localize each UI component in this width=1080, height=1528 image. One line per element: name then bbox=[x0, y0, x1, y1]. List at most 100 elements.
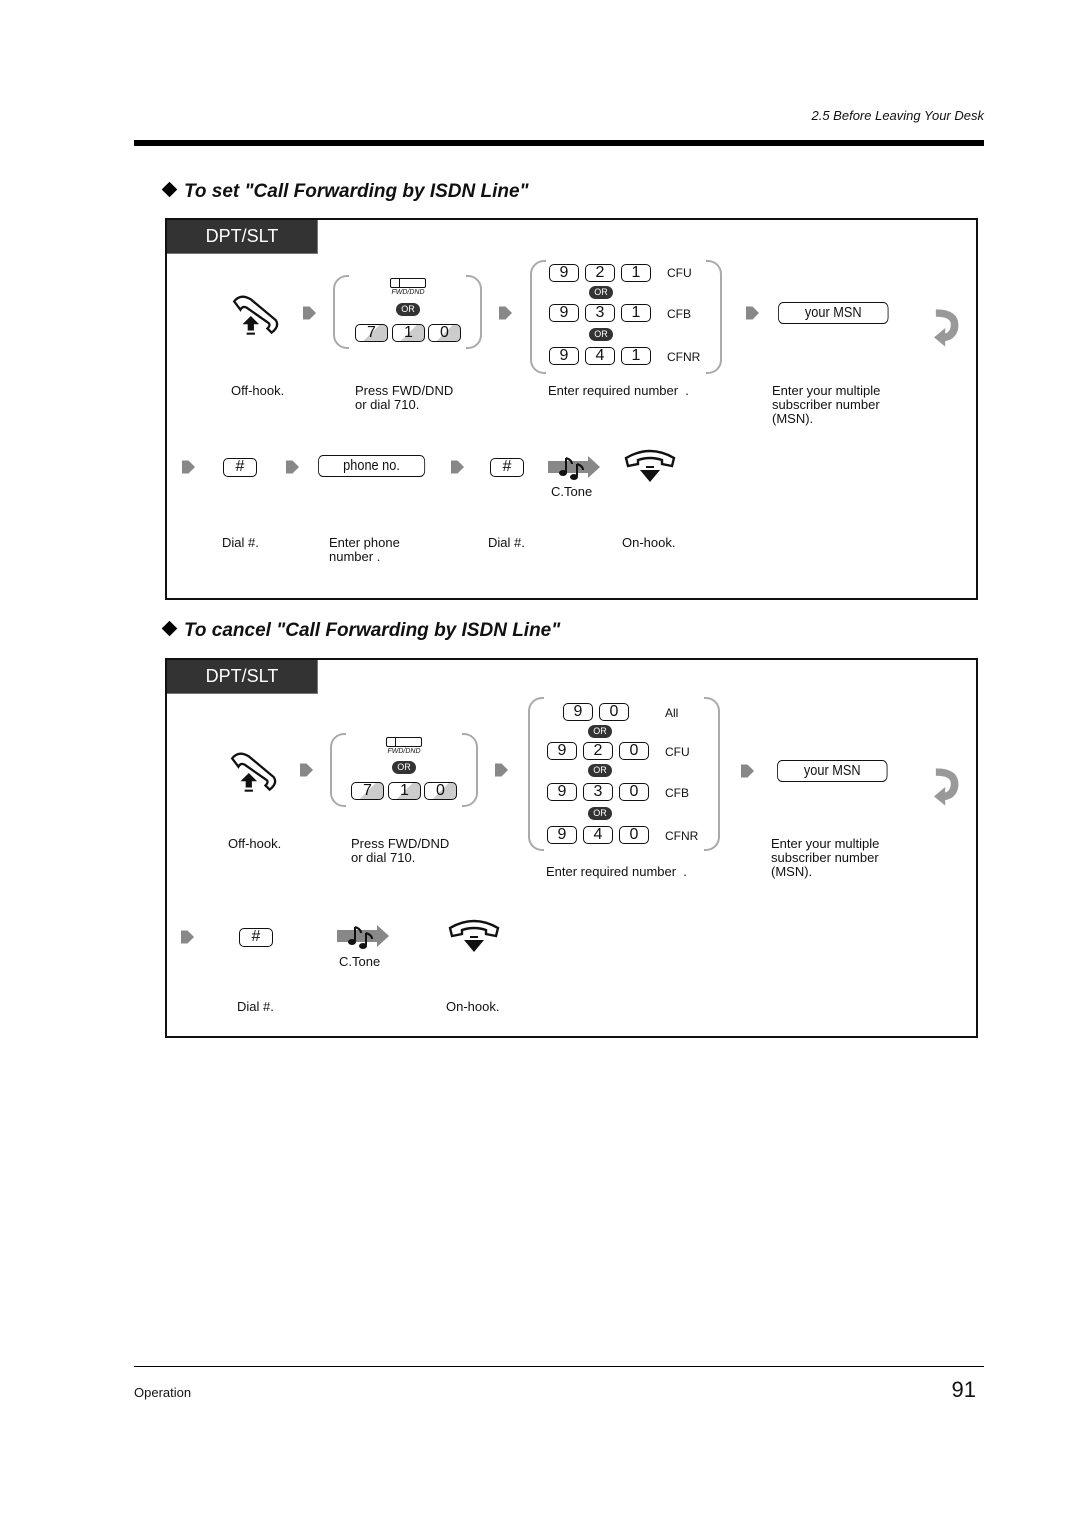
key-9[interactable]: 9 bbox=[547, 826, 577, 844]
confirmation-tone-icon bbox=[548, 454, 600, 480]
arrow-icon bbox=[286, 456, 299, 478]
key-1[interactable]: 1 bbox=[621, 264, 651, 282]
key-9[interactable]: 9 bbox=[549, 304, 579, 322]
fwd-dnd-button[interactable] bbox=[390, 278, 426, 288]
msn-field[interactable]: your MSN bbox=[777, 760, 888, 782]
key-0[interactable]: 0 bbox=[619, 826, 649, 844]
or-badge: OR bbox=[396, 303, 420, 316]
caption-onhook: On-hook. bbox=[622, 535, 676, 550]
option-code-cfb: CFB bbox=[665, 786, 689, 800]
or-badge: OR bbox=[589, 286, 613, 299]
offhook-icon bbox=[228, 750, 280, 797]
key-7[interactable]: 7 bbox=[355, 324, 388, 342]
right-bracket bbox=[704, 697, 720, 851]
arrow-icon bbox=[303, 302, 316, 324]
return-arrow-icon bbox=[934, 306, 962, 350]
c-tone-label: C.Tone bbox=[551, 484, 593, 499]
key-2[interactable]: 2 bbox=[583, 742, 613, 760]
caption-enter-msn: Enter your multiple subscriber number (M… bbox=[772, 383, 881, 426]
left-bracket bbox=[530, 260, 546, 374]
key-3[interactable]: 3 bbox=[583, 783, 613, 801]
left-bracket bbox=[333, 275, 349, 349]
return-arrow-icon bbox=[934, 765, 962, 809]
key-0[interactable]: 0 bbox=[424, 782, 457, 800]
key-9[interactable]: 9 bbox=[547, 783, 577, 801]
key-0[interactable]: 0 bbox=[599, 703, 629, 721]
key-9[interactable]: 9 bbox=[549, 264, 579, 282]
onhook-icon bbox=[445, 918, 503, 958]
right-bracket bbox=[466, 275, 482, 349]
key-1[interactable]: 1 bbox=[621, 304, 651, 322]
left-bracket bbox=[330, 733, 346, 807]
arrow-icon bbox=[741, 760, 754, 782]
key-4[interactable]: 4 bbox=[583, 826, 613, 844]
caption-enter-phone: Enter phone number . bbox=[329, 535, 400, 564]
caption-dial-hash: Dial #. bbox=[237, 999, 274, 1014]
onhook-icon bbox=[621, 448, 679, 488]
key-0[interactable]: 0 bbox=[619, 742, 649, 760]
diamond-bullet-icon bbox=[161, 620, 178, 637]
or-badge: OR bbox=[588, 725, 612, 738]
hash-key[interactable]: # bbox=[490, 458, 524, 477]
key-1[interactable]: 1 bbox=[621, 347, 651, 365]
key-9[interactable]: 9 bbox=[563, 703, 593, 721]
arrow-icon bbox=[181, 926, 194, 948]
right-bracket bbox=[706, 260, 722, 374]
msn-field[interactable]: your MSN bbox=[778, 302, 889, 324]
hash-key[interactable]: # bbox=[223, 458, 257, 477]
caption-offhook: Off-hook. bbox=[231, 383, 285, 398]
footer-chapter: Operation bbox=[134, 1385, 192, 1400]
option-code-cfu: CFU bbox=[667, 266, 692, 280]
key-0[interactable]: 0 bbox=[619, 783, 649, 801]
option-code-cfnr: CFNR bbox=[665, 829, 699, 843]
key-9[interactable]: 9 bbox=[549, 347, 579, 365]
c-tone-label: C.Tone bbox=[339, 954, 381, 969]
cancel-section-title: To cancel "Call Forwarding by ISDN Line" bbox=[161, 620, 560, 642]
option-code-all: All bbox=[665, 706, 679, 720]
arrow-icon bbox=[451, 456, 464, 478]
key-1[interactable]: 1 bbox=[392, 324, 425, 342]
key-9[interactable]: 9 bbox=[547, 742, 577, 760]
arrow-icon bbox=[495, 759, 508, 781]
key-0[interactable]: 0 bbox=[428, 324, 461, 342]
phone-number-field[interactable]: phone no. bbox=[318, 455, 426, 477]
caption-dial-hash: Dial #. bbox=[222, 535, 259, 550]
key-7[interactable]: 7 bbox=[351, 782, 384, 800]
page-number: 91 bbox=[951, 1377, 976, 1402]
fwd-dnd-label: FWD/DND bbox=[391, 289, 425, 296]
caption-onhook: On-hook. bbox=[446, 999, 500, 1014]
key-1[interactable]: 1 bbox=[388, 782, 421, 800]
or-badge: OR bbox=[392, 761, 416, 774]
or-badge: OR bbox=[589, 328, 613, 341]
caption-enter-msn: Enter your multiple subscriber number (M… bbox=[771, 836, 880, 879]
dpt-slt-tag: DPT/SLT bbox=[167, 660, 318, 694]
left-bracket bbox=[528, 697, 544, 851]
arrow-icon bbox=[300, 759, 313, 781]
section-header: 2.5 Before Leaving Your Desk bbox=[811, 108, 985, 123]
hash-key[interactable]: # bbox=[239, 928, 273, 947]
or-badge: OR bbox=[588, 764, 612, 777]
fwd-dnd-button[interactable] bbox=[386, 737, 422, 747]
confirmation-tone-icon bbox=[337, 923, 389, 949]
set-section-title-text: To set "Call Forwarding by ISDN Line" bbox=[184, 181, 529, 202]
set-section-title: To set "Call Forwarding by ISDN Line" bbox=[161, 181, 529, 203]
caption-press-fwd: Press FWD/DND or dial 710. bbox=[355, 383, 454, 412]
key-2[interactable]: 2 bbox=[585, 264, 615, 282]
option-code-cfu: CFU bbox=[665, 745, 690, 759]
key-4[interactable]: 4 bbox=[585, 347, 615, 365]
option-code-cfnr: CFNR bbox=[667, 350, 701, 364]
caption-enter-required: Enter required number . bbox=[548, 383, 689, 398]
caption-dial-hash: Dial #. bbox=[488, 535, 525, 550]
or-badge: OR bbox=[588, 807, 612, 820]
footer-rule bbox=[134, 1366, 984, 1367]
arrow-icon bbox=[746, 302, 759, 324]
key-3[interactable]: 3 bbox=[585, 304, 615, 322]
caption-enter-required: Enter required number . bbox=[546, 864, 687, 879]
right-bracket bbox=[462, 733, 478, 807]
arrow-icon bbox=[182, 456, 195, 478]
dpt-slt-tag: DPT/SLT bbox=[167, 220, 318, 254]
fwd-dnd-label: FWD/DND bbox=[387, 748, 421, 755]
diamond-bullet-icon bbox=[161, 181, 178, 198]
header-rule bbox=[134, 140, 984, 146]
option-code-cfb: CFB bbox=[667, 307, 691, 321]
